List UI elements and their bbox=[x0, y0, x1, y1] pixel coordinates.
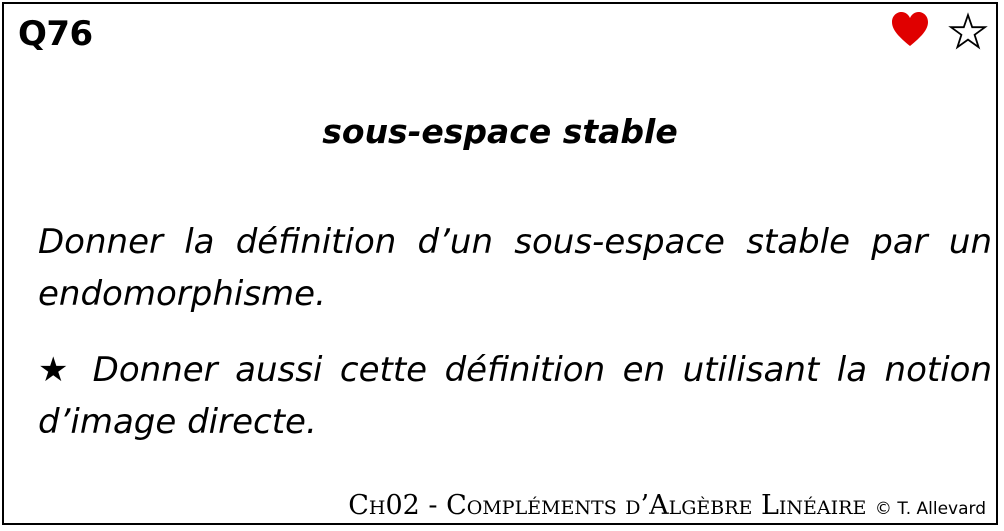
chapter-label: Ch02 - Compléments d’Algèbre Linéaire bbox=[348, 490, 867, 521]
card-subject: sous-espace stable bbox=[322, 112, 678, 151]
flashcard: Q76 sous-espace stable Donner la définit… bbox=[2, 2, 998, 525]
question-text: Donner la définition d’un sous-espace st… bbox=[38, 222, 992, 314]
star-outline-icon bbox=[948, 12, 988, 50]
bonus-star-icon: ★ bbox=[38, 350, 76, 390]
bonus-question-text: Donner aussi cette définition en utilisa… bbox=[38, 350, 993, 442]
copyright-label: © T. Allevard bbox=[874, 499, 986, 519]
heart-icon bbox=[892, 12, 928, 46]
question-number: Q76 bbox=[18, 14, 93, 54]
bonus-question: ★ Donner aussi cette définition en utili… bbox=[38, 344, 992, 448]
card-footer: Ch02 - Compléments d’Algèbre Linéaire © … bbox=[348, 490, 986, 521]
